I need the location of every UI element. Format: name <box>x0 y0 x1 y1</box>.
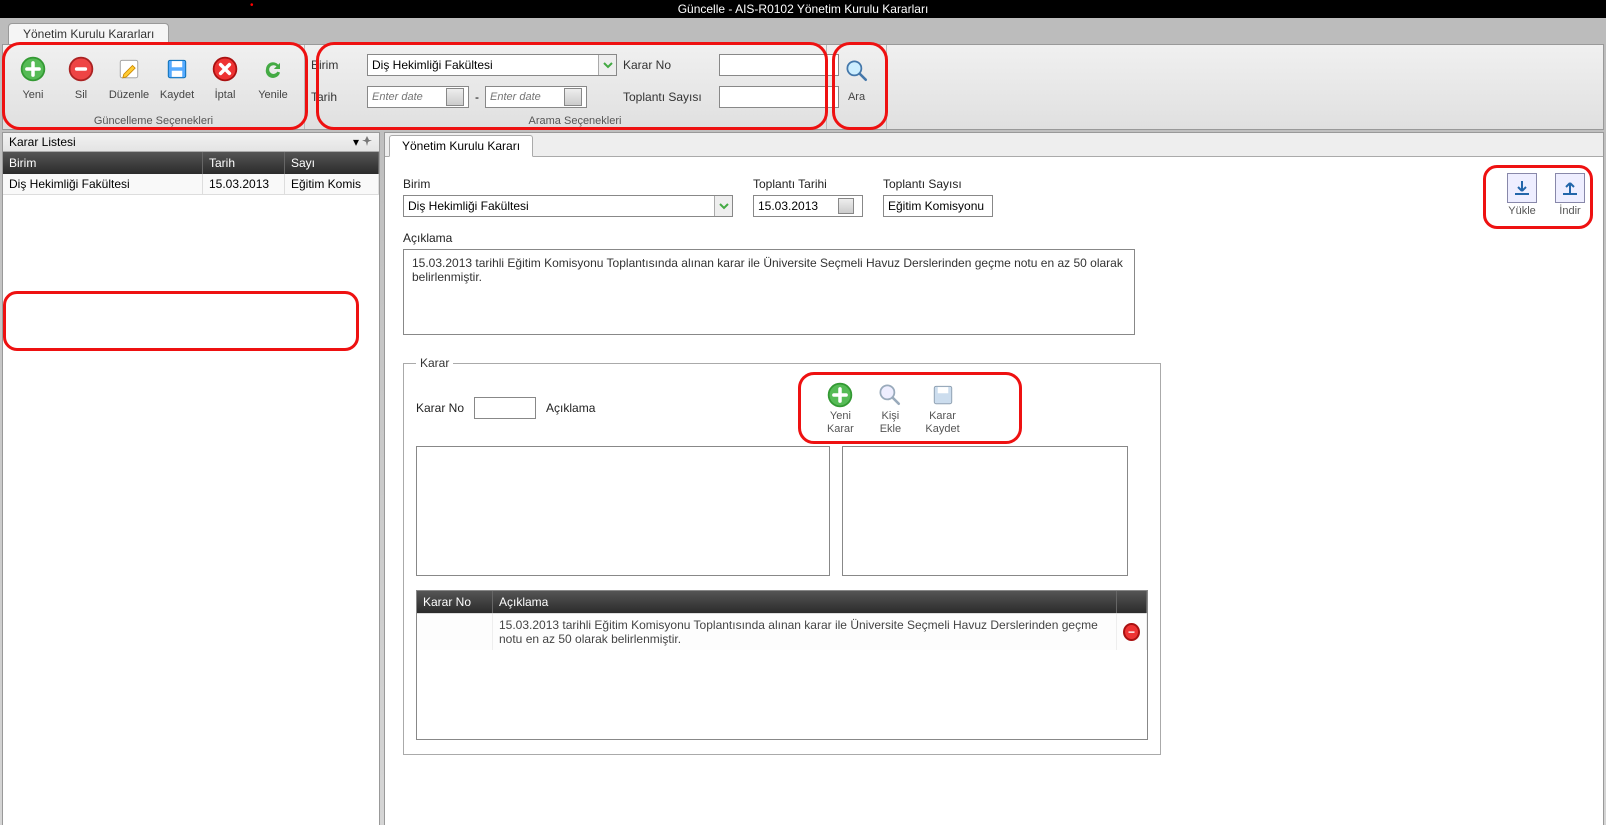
form-birim-label: Birim <box>403 177 733 191</box>
grid-header: Birim Tarih Sayı <box>3 152 379 174</box>
ribbon-group-ara: Ara <box>827 45 887 129</box>
calendar-icon[interactable] <box>838 198 854 214</box>
karar-text-right[interactable] <box>842 446 1128 576</box>
ribbon: Yeni Sil Düzenle Kaydet İptal <box>2 44 1604 130</box>
aciklama-textarea[interactable]: 15.03.2013 tarihli Eğitim Komisyonu Topl… <box>403 249 1135 335</box>
plus-circle-icon <box>825 380 855 410</box>
col-karar-no[interactable]: Karar No <box>417 591 493 613</box>
karar-no-input[interactable] <box>474 397 536 419</box>
minus-circle-icon <box>65 53 97 85</box>
window-title: Güncelle - AIS-R0102 Yönetim Kurulu Kara… <box>678 2 929 16</box>
search-date-from[interactable] <box>367 86 469 108</box>
tab-yonetim-kurulu-karari[interactable]: Yönetim Kurulu Kararı <box>389 135 533 157</box>
col-birim[interactable]: Birim <box>3 152 203 174</box>
pin-icon[interactable] <box>361 135 373 147</box>
window-titlebar: Güncelle - AIS-R0102 Yönetim Kurulu Kara… <box>0 0 1606 18</box>
pane-title-bar: Karar Listesi ▾ <box>3 133 379 152</box>
karar-kaydet-button[interactable]: Karar Kaydet <box>925 380 959 436</box>
search-kararno-label: Karar No <box>623 58 713 72</box>
karar-text-left[interactable] <box>416 446 830 576</box>
table-row[interactable]: Diş Hekimliği Fakültesi 15.03.2013 Eğiti… <box>3 174 379 195</box>
delete-row-button[interactable]: − <box>1123 623 1140 641</box>
kisi-ekle-button[interactable]: Kişi Ekle <box>875 380 905 436</box>
calendar-icon[interactable] <box>446 88 464 106</box>
plus-circle-icon <box>17 53 49 85</box>
karar-legend: Karar <box>416 356 453 370</box>
search-toplanti-input[interactable] <box>719 86 839 108</box>
kaydet-button[interactable]: Kaydet <box>153 49 201 101</box>
search-date-range: - <box>367 86 617 108</box>
search-tarih-label: Tarih <box>311 90 361 104</box>
col-sayi[interactable]: Sayı <box>285 152 379 174</box>
calendar-icon[interactable] <box>564 88 582 106</box>
dropdown-arrow-icon[interactable] <box>714 196 732 216</box>
table-row[interactable]: 15.03.2013 tarihli Eğitim Komisyonu Topl… <box>417 613 1147 650</box>
yenile-button[interactable]: Yenile <box>249 49 297 101</box>
col-delete <box>1117 591 1147 613</box>
refresh-icon <box>257 53 289 85</box>
col-tarih[interactable]: Tarih <box>203 152 285 174</box>
indir-button[interactable]: İndir <box>1555 173 1585 217</box>
dropdown-icon[interactable]: ▾ <box>353 135 359 149</box>
iptal-button[interactable]: İptal <box>201 49 249 101</box>
upload-file-icon <box>1555 173 1585 203</box>
main-tab-strip: Yönetim Kurulu Kararları <box>0 22 1606 44</box>
ribbon-group-update: Yeni Sil Düzenle Kaydet İptal <box>3 45 305 129</box>
yukle-button[interactable]: Yükle <box>1507 173 1537 217</box>
karar-aciklama-label: Açıklama <box>546 401 595 415</box>
karar-no-label: Karar No <box>416 401 464 415</box>
col-aciklama[interactable]: Açıklama <box>493 591 1117 613</box>
duzenle-button[interactable]: Düzenle <box>105 49 153 101</box>
karar-grid: Karar No Açıklama 15.03.2013 tarihli Eği… <box>416 590 1148 740</box>
save-icon <box>928 380 958 410</box>
search-toplanti-label: Toplantı Sayısı <box>623 90 713 104</box>
ribbon-group-update-title: Güncelleme Seçenekleri <box>3 115 304 127</box>
right-pane: Yönetim Kurulu Kararı Birim Toplantı Tar… <box>384 132 1604 825</box>
search-birim-input[interactable] <box>368 58 598 72</box>
search-date-to[interactable] <box>485 86 587 108</box>
search-icon <box>841 55 873 87</box>
ara-button[interactable]: Ara <box>834 51 880 103</box>
ribbon-group-search: Birim Karar No Tarih - Toplantı Sayısı A… <box>305 45 827 129</box>
dropdown-arrow-icon[interactable] <box>598 55 616 75</box>
search-icon <box>875 380 905 410</box>
edit-icon <box>113 53 145 85</box>
download-file-icon <box>1507 173 1537 203</box>
aciklama-label: Açıklama <box>403 231 1585 245</box>
karar-fieldset: Karar Karar No Açıklama Yeni Karar Kişi … <box>403 356 1161 755</box>
pane-title: Karar Listesi <box>9 135 76 149</box>
form-birim-input[interactable] <box>404 199 714 213</box>
form-birim-combo[interactable] <box>403 195 733 217</box>
sil-button[interactable]: Sil <box>57 49 105 101</box>
karar-grid-header: Karar No Açıklama <box>417 591 1147 613</box>
search-birim-combo[interactable] <box>367 54 617 76</box>
yeni-button[interactable]: Yeni <box>9 49 57 101</box>
form-sayi-label: Toplantı Sayısı <box>883 177 993 191</box>
yeni-karar-button[interactable]: Yeni Karar <box>825 380 855 436</box>
search-kararno-input[interactable] <box>719 54 839 76</box>
form-tarih-label: Toplantı Tarihi <box>753 177 863 191</box>
save-icon <box>161 53 193 85</box>
form-sayi-input[interactable] <box>883 195 993 217</box>
cancel-circle-icon <box>209 53 241 85</box>
highlight-table-row <box>3 291 359 351</box>
search-birim-label: Birim <box>311 58 361 72</box>
tab-yonetim-kurulu-kararlari[interactable]: Yönetim Kurulu Kararları <box>8 23 169 44</box>
sub-tab-strip: Yönetim Kurulu Kararı <box>385 133 1603 157</box>
ribbon-group-search-title: Arama Seçenekleri <box>311 115 839 127</box>
left-pane-karar-listesi: Karar Listesi ▾ Birim Tarih Sayı Diş Hek… <box>2 132 380 825</box>
form-tarih-input[interactable] <box>753 195 863 217</box>
